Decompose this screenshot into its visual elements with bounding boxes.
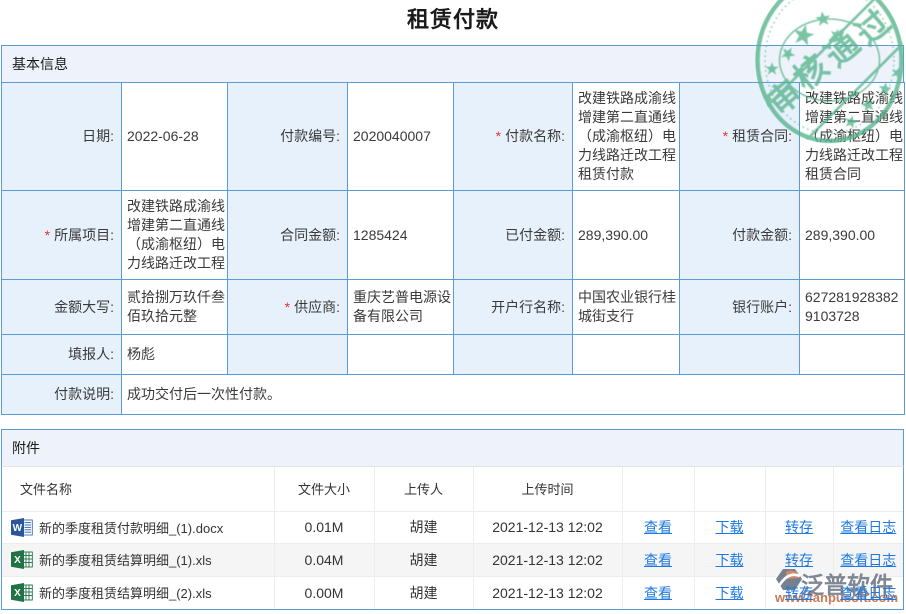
svg-text:X: X [14, 588, 21, 599]
svg-text:X: X [14, 555, 21, 566]
svg-text:W: W [13, 523, 23, 534]
